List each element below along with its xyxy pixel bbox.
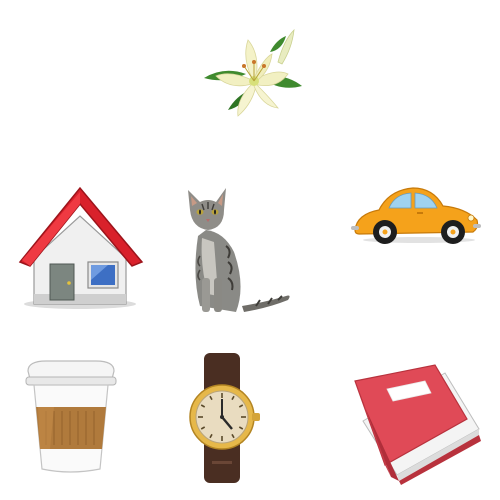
book-cell [333, 333, 499, 499]
coffee-cup-icon [25, 360, 117, 473]
tabby-cat-icon [188, 188, 290, 312]
wristwatch-icon [189, 353, 260, 483]
house-icon [18, 186, 144, 309]
house-cell [0, 166, 166, 332]
lily-cell [166, 0, 332, 166]
orange-car-icon [351, 187, 481, 244]
coffee-cell [0, 333, 166, 499]
cat-cell [166, 166, 332, 332]
lily-flower-icon [204, 28, 302, 117]
picture-grid: { "grid": { "rows": 3, "columns": 3, "ce… [0, 0, 500, 500]
watch-cell [166, 333, 332, 499]
red-book-icon [354, 364, 481, 485]
car-cell [333, 166, 499, 332]
